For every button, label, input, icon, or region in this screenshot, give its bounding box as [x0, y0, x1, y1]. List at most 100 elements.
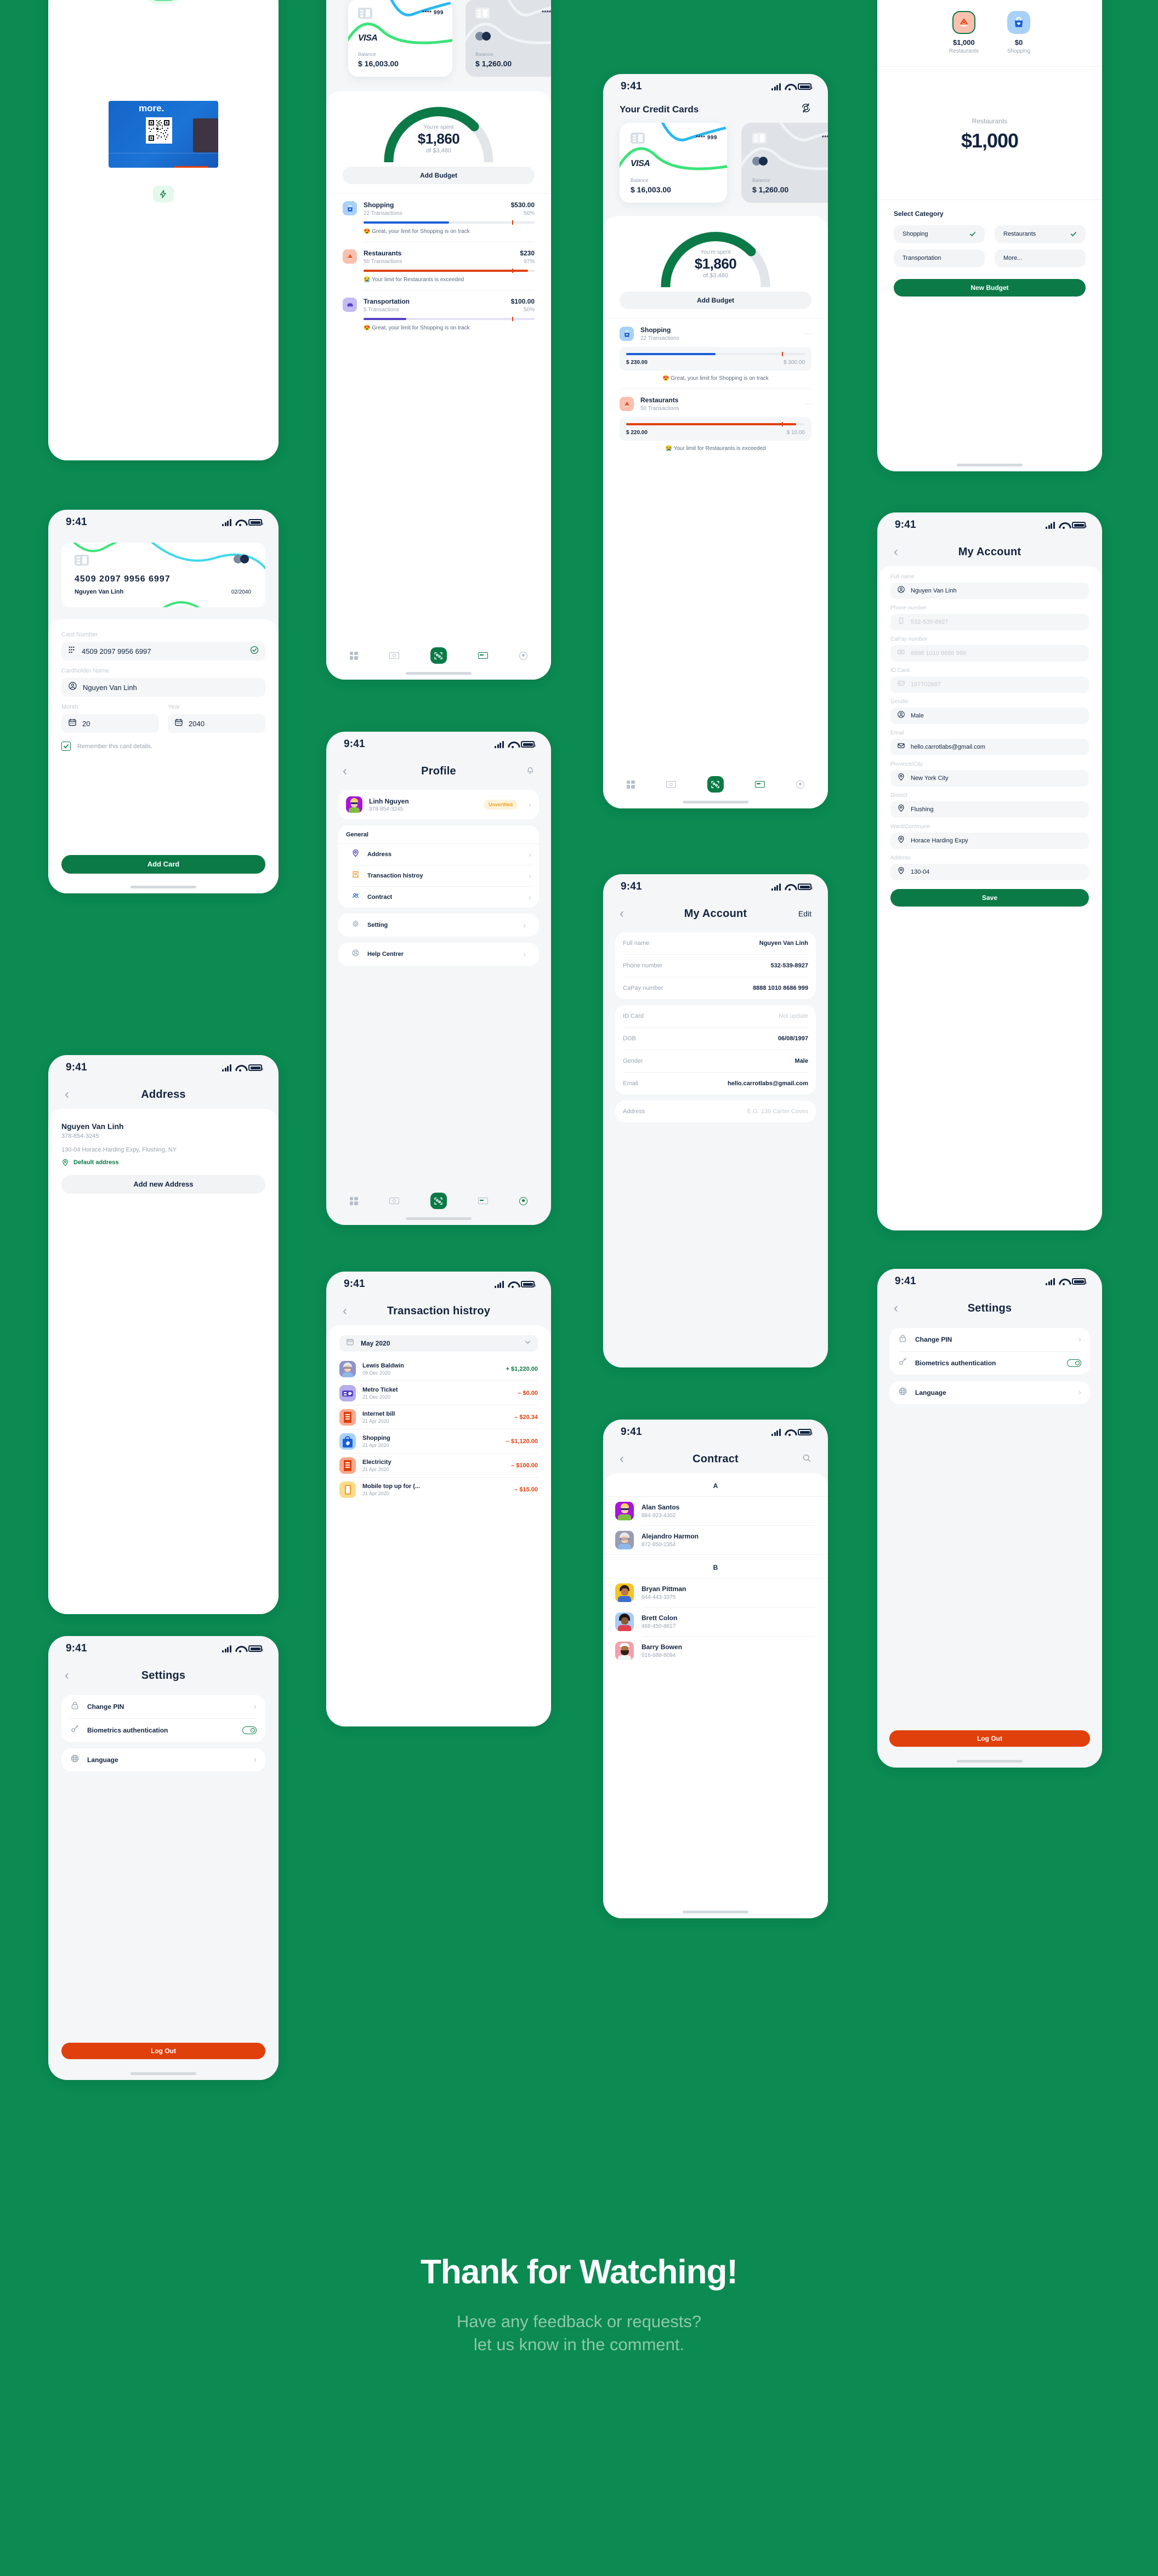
biometrics-toggle[interactable]	[1067, 1359, 1081, 1367]
budget-row[interactable]: Shopping 22 Transactions ⋯ $ 230.00 $ 30…	[620, 326, 811, 389]
profile-item-help-center[interactable]: Help Centrer ›	[351, 943, 526, 966]
profile-item-transaction-history[interactable]: Transaction histroy ›	[346, 865, 531, 886]
tab-cash-icon[interactable]	[666, 781, 676, 788]
budget-chip-restaurants[interactable]: $1,000 Restaurants	[949, 11, 979, 54]
settings-item-language[interactable]: Language ›	[70, 1748, 257, 1771]
bell-icon[interactable]	[526, 766, 535, 777]
transaction-row[interactable]: Electricity 21 Apr 2020 – $100.00	[339, 1454, 538, 1477]
account-field: Phone number 532-539-8927	[623, 955, 808, 977]
tab-profile-icon[interactable]	[519, 1196, 528, 1205]
save-button[interactable]: Save	[890, 889, 1089, 907]
tab-dashboard-icon[interactable]	[349, 651, 358, 660]
contact-row[interactable]: Brett Colon 468-450-8817	[615, 1608, 816, 1636]
settings-item-change-pin[interactable]: Change PIN ›	[70, 1695, 257, 1718]
settings-item-biometrics[interactable]: Biometrics authentication	[70, 1719, 257, 1742]
input-address[interactable]: 130-04	[890, 864, 1089, 880]
year-input[interactable]: 2040	[168, 714, 265, 733]
cards-carousel[interactable]: **** 999 VISA Balance $ 16,003.00 **** 9…	[603, 123, 828, 206]
tab-qr-icon[interactable]	[430, 647, 447, 664]
address-phone: 378-854-3245	[61, 1133, 99, 1139]
remember-card-checkbox-row[interactable]: Remember this card details.	[61, 742, 265, 751]
input-phone-number[interactable]: 532-539-8927	[890, 614, 1089, 630]
add-budget-button[interactable]: Add Budget	[620, 292, 811, 309]
checkbox-icon[interactable]	[61, 742, 71, 751]
back-button[interactable]: ‹	[343, 1304, 347, 1318]
budget-row-menu-icon[interactable]: ⋯	[804, 400, 811, 408]
back-button[interactable]: ‹	[894, 545, 898, 558]
refresh-scan-icon[interactable]	[801, 102, 811, 116]
input-gender[interactable]: Male	[890, 708, 1089, 724]
add-card-button[interactable]: Add Card	[61, 855, 265, 874]
budget-chip-shopping[interactable]: $0 Shopping	[1007, 11, 1030, 54]
settings-item-language[interactable]: Language ›	[898, 1381, 1081, 1404]
back-button[interactable]: ‹	[894, 1302, 898, 1315]
contact-row[interactable]: Alejandro Harmon 872-850-2354	[615, 1526, 816, 1554]
credit-card-visa[interactable]: **** 999 VISA Balance $ 16,003.00	[348, 0, 452, 77]
tab-cards-icon[interactable]	[478, 652, 489, 659]
tab-profile-icon[interactable]	[796, 780, 805, 789]
budget-row[interactable]: Restaurants 50 Transactions ⋯ $ 220.00 $…	[620, 396, 811, 452]
transaction-row[interactable]: Lewis Baldwin 09 Dec 2020 + $1,220.00	[339, 1357, 538, 1381]
input-ward-commune[interactable]: Horace Harding Expy	[890, 833, 1089, 849]
tab-dashboard-icon[interactable]	[349, 1196, 358, 1205]
contact-row[interactable]: Bryan Pittman 644-443-3375	[615, 1578, 816, 1607]
tab-cash-icon[interactable]	[389, 652, 399, 659]
profile-item-contract[interactable]: Contract ›	[346, 887, 531, 908]
input-id-card[interactable]: 197702697	[890, 676, 1089, 693]
input-full-name[interactable]: Nguyen Van Linh	[890, 583, 1089, 599]
tab-cards-icon[interactable]	[478, 1198, 489, 1204]
input-email[interactable]: hello.carrotlabs@gmail.com	[890, 739, 1089, 755]
category-option-transportation[interactable]: Transportation	[894, 249, 985, 267]
tab-cash-icon[interactable]	[389, 1198, 399, 1204]
transaction-row[interactable]: Shopping 21 Apr 2020 – $1,120.00	[339, 1429, 538, 1453]
input-province-city[interactable]: New York City	[890, 770, 1089, 787]
logout-button[interactable]: Log Out	[61, 2043, 265, 2059]
contact-row[interactable]: Barry Bowen 016-688-8094	[615, 1637, 816, 1665]
category-option-restaurants[interactable]: Restaurants	[995, 225, 1086, 243]
cards-carousel[interactable]: **** 999 VISA Balance $ 16,003.00 **** 9…	[326, 0, 551, 81]
new-budget-button[interactable]: New Budget	[894, 279, 1086, 297]
tab-qr-icon[interactable]	[430, 1193, 447, 1209]
transaction-row[interactable]: Mobile top up for (... 21 Apr 2020 – $15…	[339, 1478, 538, 1501]
credit-card-mastercard[interactable]: **** 999 Balance $ 1,260.00	[466, 0, 551, 77]
tab-profile-icon[interactable]	[519, 651, 528, 660]
back-button[interactable]: ‹	[65, 1669, 69, 1682]
budget-row[interactable]: Shopping $530.00 22 Transactions 50% 😍 G…	[343, 201, 535, 242]
cardholder-name-input[interactable]: Nguyen Van Linh	[61, 678, 265, 697]
edit-button[interactable]: Edit	[798, 909, 811, 918]
profile-user-card[interactable]: Linh Nguyen 378-854-3245 Unverified ›	[338, 790, 539, 819]
credit-card-visa[interactable]: **** 999 VISA Balance $ 16,003.00	[620, 123, 727, 203]
input-district[interactable]: Flushing	[890, 801, 1089, 818]
status-bar: 9:41	[603, 874, 828, 899]
back-button[interactable]: ‹	[343, 765, 347, 778]
budget-row-menu-icon[interactable]: ⋯	[804, 329, 811, 338]
logout-button[interactable]: Log Out	[889, 1730, 1090, 1747]
category-option-shopping[interactable]: Shopping	[894, 225, 985, 243]
month-filter-dropdown[interactable]: May 2020	[339, 1335, 538, 1352]
tab-cards-icon[interactable]	[755, 781, 765, 788]
settings-item-change-pin[interactable]: Change PIN ›	[898, 1328, 1081, 1351]
back-button[interactable]: ‹	[65, 1088, 69, 1101]
budget-row[interactable]: Restaurants $230 50 Transactions 97% 😭 Y…	[343, 249, 535, 290]
profile-item-address[interactable]: Address ›	[346, 844, 531, 865]
tab-qr-icon[interactable]	[707, 776, 724, 793]
profile-item-setting[interactable]: Setting ›	[351, 914, 526, 937]
search-icon[interactable]	[802, 1454, 811, 1465]
month-input[interactable]: 20	[61, 714, 159, 733]
back-button[interactable]: ‹	[620, 907, 624, 920]
add-budget-button[interactable]: Add Budget	[343, 167, 535, 184]
add-new-address-button[interactable]: Add new Address	[61, 1175, 265, 1194]
credit-card-mastercard[interactable]: **** 999 Balance $ 1,260.00	[741, 123, 828, 203]
settings-item-biometrics[interactable]: Biometrics authentication	[898, 1352, 1081, 1375]
input-capay-number[interactable]: 8888 1010 8686 999	[890, 645, 1089, 662]
category-option-more[interactable]: More...	[995, 249, 1086, 267]
contact-row[interactable]: Alan Santos 884-923-4302	[615, 1497, 816, 1525]
transaction-row[interactable]: Internet bill 21 Apr 2020 – $20.34	[339, 1405, 538, 1429]
biometrics-toggle[interactable]	[242, 1726, 257, 1734]
flash-icon[interactable]	[153, 186, 174, 202]
transaction-row[interactable]: Metro Ticket 21 Dec 2020 – $0.00	[339, 1381, 538, 1405]
back-button[interactable]: ‹	[620, 1452, 624, 1466]
tab-dashboard-icon[interactable]	[626, 780, 635, 789]
budget-row[interactable]: Transportation $100.00 5 Transactions 50…	[343, 298, 535, 331]
card-number-input[interactable]: 4509 2097 9956 6997	[61, 642, 265, 660]
